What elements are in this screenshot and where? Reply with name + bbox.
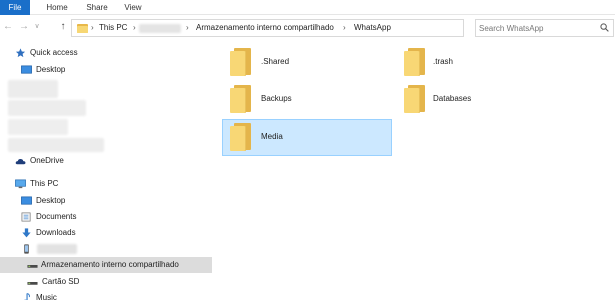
folder-item-shared[interactable]: .Shared (225, 44, 395, 81)
sidebar-item-quick-access[interactable]: Quick access (15, 45, 205, 61)
forward-arrow-icon[interactable]: → (17, 19, 31, 35)
tab-home[interactable]: Home (41, 0, 73, 15)
sidebar-item-device[interactable] (21, 241, 205, 257)
folder-item-trash[interactable]: .trash (399, 44, 569, 81)
sidebar-item-downloads[interactable]: Downloads (21, 225, 205, 241)
folder-item-databases[interactable]: Databases (399, 81, 569, 118)
ribbon-tabs: File Home Share View (0, 0, 615, 15)
folder-icon (230, 48, 252, 76)
breadcrumb-this-pc[interactable]: This PC (99, 20, 127, 36)
sidebar-item-documents[interactable]: Documents (21, 209, 205, 225)
drive-icon (27, 265, 38, 268)
sidebar-item-label: Documents (36, 212, 77, 221)
up-arrow-icon[interactable]: ↑ (56, 19, 70, 35)
music-note-icon (24, 293, 30, 300)
breadcrumb-device-blurred[interactable] (139, 24, 181, 33)
blurred-quick-access-item[interactable] (8, 138, 104, 152)
breadcrumb-separator[interactable]: › (343, 20, 346, 36)
folder-name: .trash (433, 57, 454, 66)
sidebar-item-label: Downloads (36, 228, 76, 237)
sidebar-item-label: Quick access (30, 48, 78, 57)
blurred-quick-access-item[interactable] (8, 119, 68, 135)
documents-icon (21, 212, 31, 222)
recent-locations-chevron-icon[interactable]: ∨ (32, 19, 42, 35)
sidebar-item-music[interactable]: Music (21, 290, 205, 300)
tab-share[interactable]: Share (83, 0, 111, 15)
sidebar-item-label: OneDrive (30, 156, 64, 165)
sidebar-item-label: This PC (30, 179, 59, 188)
sidebar-item-label: Music (36, 293, 57, 300)
folder-icon (404, 48, 426, 76)
folder-icon (77, 23, 88, 33)
drive-icon (27, 282, 38, 285)
sidebar-item-this-pc[interactable]: This PC (15, 176, 205, 192)
sidebar-item-desktop-pinned[interactable]: Desktop (21, 62, 205, 78)
search-icon[interactable] (600, 23, 609, 32)
sidebar-item-onedrive[interactable]: OneDrive (15, 153, 205, 169)
folder-item-media[interactable]: Media (222, 119, 392, 156)
phone-icon (24, 244, 29, 254)
folder-name: Backups (261, 94, 292, 103)
breadcrumb-separator[interactable]: › (91, 20, 94, 36)
star-icon (15, 48, 26, 58)
desktop-icon (21, 65, 32, 74)
folder-name: .Shared (261, 57, 290, 66)
sidebar-item-desktop[interactable]: Desktop (21, 193, 205, 209)
desktop-icon (21, 196, 32, 205)
blurred-quick-access-item[interactable] (8, 100, 86, 116)
sidebar-item-label: Cartão SD (42, 277, 80, 286)
sidebar-item-label: Desktop (36, 65, 66, 74)
tab-view[interactable]: View (121, 0, 145, 15)
blurred-device-name (37, 244, 77, 254)
navigation-bar: ← → ∨ ↑ › This PC › › Armazenamento inte… (0, 15, 615, 39)
breadcrumb-internal-storage[interactable]: Armazenamento interno compartilhado (196, 20, 334, 36)
breadcrumb-separator[interactable]: › (133, 20, 136, 36)
download-arrow-icon (22, 228, 31, 238)
folder-icon (230, 123, 252, 151)
breadcrumb-whatsapp[interactable]: WhatsApp (354, 20, 391, 36)
sidebar-item-label: Desktop (36, 196, 66, 205)
folder-name: Databases (433, 94, 472, 103)
cloud-icon (15, 158, 26, 165)
folder-icon (404, 85, 426, 113)
navigation-pane: Quick access Desktop OneDrive This PC De… (0, 39, 212, 300)
back-arrow-icon[interactable]: ← (1, 19, 15, 35)
address-bar[interactable]: › This PC › › Armazenamento interno comp… (71, 19, 542, 37)
search-box[interactable] (475, 19, 614, 37)
file-list: .Shared .trash Backups Databases Media (212, 39, 615, 300)
sidebar-item-sd-card[interactable]: Cartão SD (27, 274, 205, 290)
breadcrumb-separator[interactable]: › (186, 20, 189, 36)
sidebar-item-internal-storage[interactable]: Armazenamento interno compartilhado (0, 257, 212, 273)
blurred-quick-access-item[interactable] (8, 80, 58, 98)
folder-item-backups[interactable]: Backups (225, 81, 395, 118)
tab-file[interactable]: File (0, 0, 30, 15)
folder-icon (230, 85, 252, 113)
search-input[interactable] (479, 21, 597, 35)
sidebar-item-label: Armazenamento interno compartilhado (41, 260, 179, 269)
folder-name: Media (261, 132, 283, 141)
computer-icon (15, 179, 26, 189)
